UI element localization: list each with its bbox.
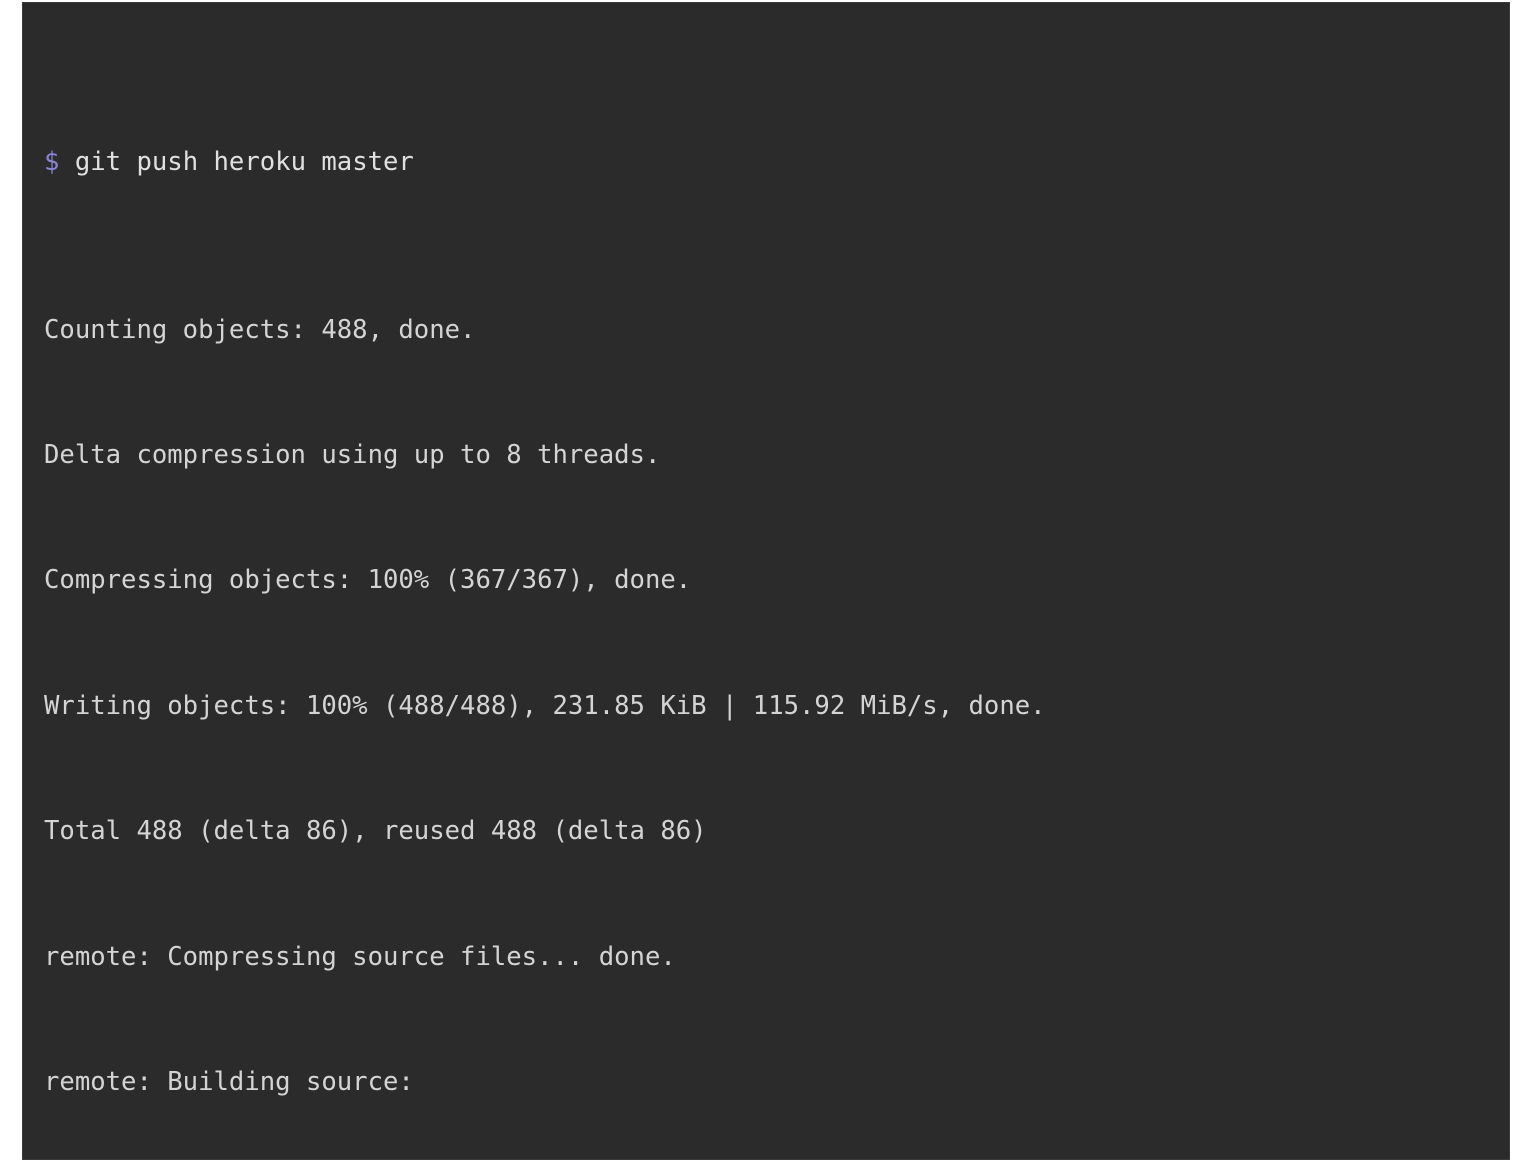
command-line: $ git push heroku master bbox=[44, 142, 1509, 184]
output-line: Compressing objects: 100% (367/367), don… bbox=[44, 565, 692, 596]
output-line: Total 488 (delta 86), reused 488 (delta … bbox=[44, 816, 707, 847]
prompt-spacer bbox=[59, 147, 74, 177]
prompt-sigil: $ bbox=[44, 147, 60, 178]
output-line: Delta compression using up to 8 threads. bbox=[44, 439, 661, 470]
terminal-output[interactable]: $ git push heroku master Counting object… bbox=[44, 17, 1509, 1159]
output-line: Counting objects: 488, done. bbox=[44, 314, 476, 345]
terminal-window[interactable]: $ git push heroku master Counting object… bbox=[22, 2, 1510, 1160]
output-line: Writing objects: 100% (488/488), 231.85 … bbox=[44, 690, 1046, 721]
output-line: remote: Compressing source files... done… bbox=[44, 941, 676, 972]
command-text: git push heroku master bbox=[74, 147, 414, 178]
output-line: remote: Building source: bbox=[44, 1066, 414, 1097]
